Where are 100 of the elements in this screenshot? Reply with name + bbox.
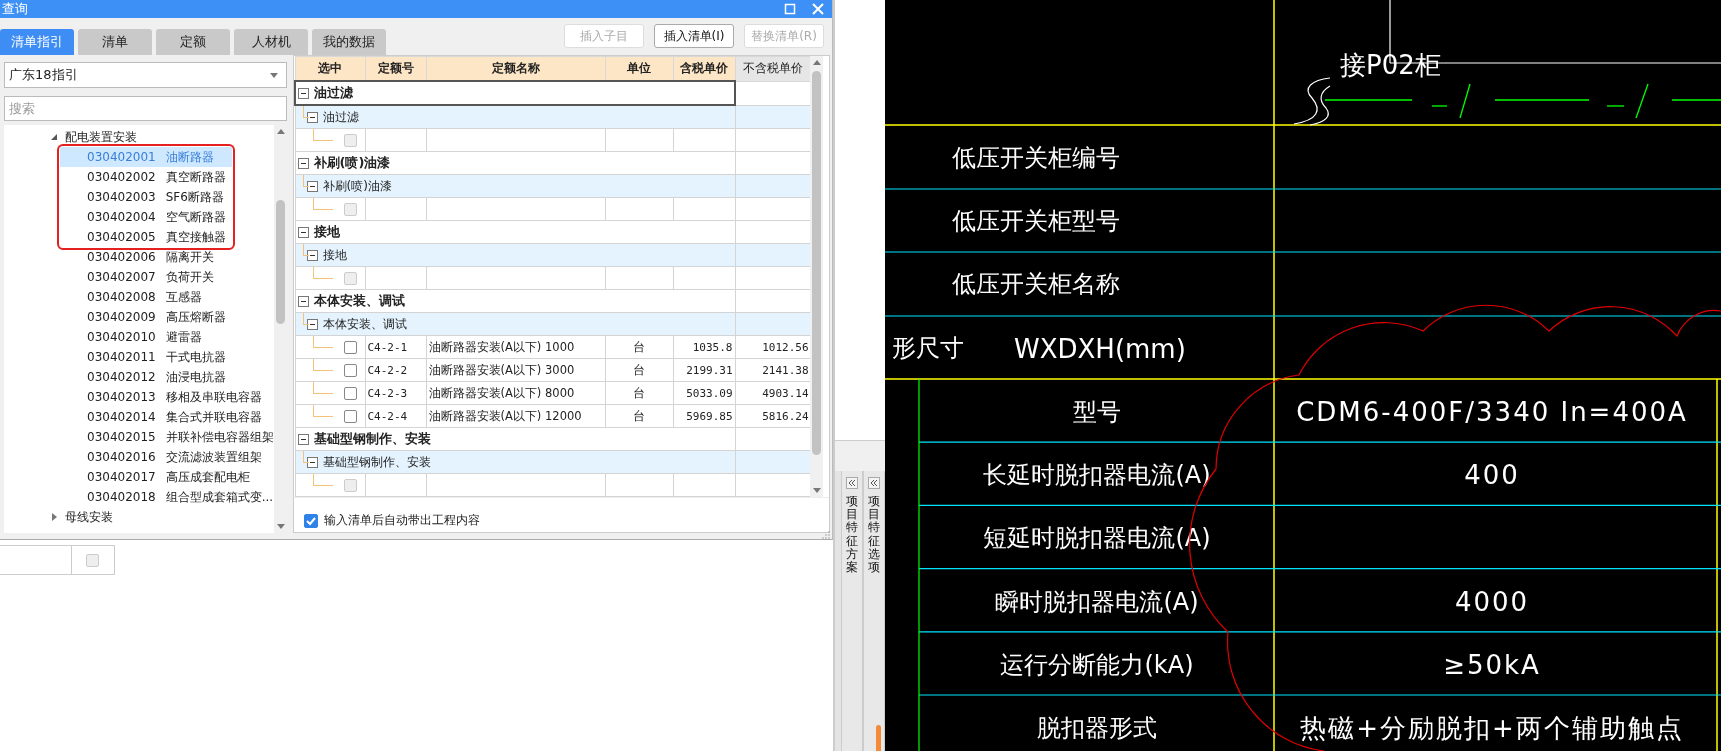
scroll-thumb[interactable]	[876, 725, 881, 751]
tree-connector	[312, 474, 333, 486]
tree-item[interactable]: 030402007 负荷开关	[4, 267, 274, 287]
scroll-thumb[interactable]	[276, 200, 285, 324]
maximize-icon[interactable]	[784, 3, 796, 15]
price-cell: 1012.56	[762, 341, 809, 354]
subgroup-title: 基础型钢制作、安装	[322, 453, 431, 471]
collapse-icon[interactable]	[297, 226, 309, 238]
cable-label: 接P02柜	[1340, 50, 1441, 80]
tree-item[interactable]: 030402005 真空接触器	[60, 227, 232, 247]
row-label: 长延时脱扣器电流(A)	[983, 461, 1211, 490]
row-value: ≥50kA	[1443, 649, 1541, 680]
unit-cell: 台	[633, 339, 645, 354]
quota-name: 油断路器安装(A以下) 3000	[428, 362, 575, 377]
quota-code: C4-2-1	[367, 341, 408, 354]
subgroup-title: 本体安装、调试	[322, 315, 407, 333]
tree-item[interactable]: 030402004 空气断路器	[60, 207, 232, 227]
tab[interactable]: 清单	[78, 29, 152, 55]
tree-item[interactable]: 030402002 真空断路器	[60, 167, 232, 187]
checkbox[interactable]	[304, 513, 318, 528]
window-title: 查询	[2, 2, 29, 16]
collapsed-triangle-icon[interactable]	[50, 513, 58, 521]
tree-connector	[312, 359, 333, 371]
column-header[interactable]: 定额名称	[426, 56, 605, 81]
tab[interactable]: 我的数据	[312, 29, 386, 55]
collapse-icon[interactable]	[846, 477, 858, 489]
scroll-down-icon[interactable]	[812, 488, 821, 493]
scroll-thumb[interactable]	[812, 71, 821, 455]
collapse-icon[interactable]	[868, 477, 880, 489]
scroll-up-icon[interactable]	[812, 60, 821, 65]
collapse-icon[interactable]	[298, 87, 309, 99]
scroll-up-icon[interactable]	[276, 129, 285, 134]
collapse-icon[interactable]	[306, 456, 318, 468]
search-field[interactable]: 搜索	[4, 96, 287, 121]
price-cell: 5816.24	[762, 410, 809, 423]
tree-item[interactable]: 030402010 避雷器	[4, 327, 274, 347]
tab[interactable]: 人材机	[234, 29, 308, 55]
row-label: 形尺寸	[892, 334, 964, 362]
close-icon[interactable]	[812, 3, 824, 15]
tree-item[interactable]: 030402016 交流滤波装置组架	[4, 447, 274, 467]
tree-item[interactable]: 030402008 互感器	[4, 287, 274, 307]
tree-item[interactable]: 030402013 移相及串联电容器	[4, 387, 274, 407]
row-value: CDM6-400F/3340 In=400A	[1296, 397, 1688, 427]
tree-connector	[312, 198, 333, 210]
column-header[interactable]: 选中	[295, 56, 365, 81]
tree-item[interactable]: 030402003 SF6断路器	[60, 187, 232, 207]
row-label: 低压开关柜型号	[952, 207, 1120, 235]
collapse-icon[interactable]	[297, 157, 309, 169]
tree-item[interactable]: 030402015 并联补偿电容器组架	[4, 427, 274, 447]
price-cell: 2199.31	[686, 364, 733, 377]
resize-grip-icon[interactable]	[822, 531, 830, 539]
toolbar-button[interactable]: 插入清单(I)	[654, 24, 734, 48]
row-value: 400	[1464, 460, 1520, 491]
unit-cell: 台	[633, 362, 645, 377]
dropdown[interactable]: 广东18指引	[4, 62, 287, 88]
price-cell: 5033.09	[686, 387, 733, 400]
quota-name: 油断路器安装(A以下) 8000	[428, 385, 575, 400]
checkbox[interactable]	[343, 410, 357, 423]
row-label: 运行分断能力(kA)	[1000, 650, 1194, 679]
tree-item[interactable]: 030402009 高压熔断器	[4, 307, 274, 327]
quota-name: 油断路器安装(A以下) 12000	[428, 408, 582, 423]
price-cell: 5969.85	[686, 410, 733, 423]
collapse-icon[interactable]	[306, 180, 318, 192]
tree-item[interactable]: 030402014 集合式并联电容器	[4, 407, 274, 427]
break-mark	[1293, 77, 1331, 126]
collapse-icon[interactable]	[297, 295, 309, 307]
column-header[interactable]: 不含税单价	[735, 56, 810, 81]
collapse-icon[interactable]	[297, 433, 309, 445]
tree-node[interactable]: 配电装置安装	[4, 127, 274, 147]
tree-node[interactable]: 母线安装	[4, 507, 274, 527]
row-value: WXDXH(mm)	[1014, 334, 1186, 364]
unit-cell: 台	[633, 385, 645, 400]
scroll-down-icon[interactable]	[276, 524, 285, 529]
row-label: 瞬时脱扣器电流(A)	[995, 587, 1199, 616]
tree-item[interactable]: 030402006 隔离开关	[4, 247, 274, 267]
expanded-triangle-icon[interactable]	[50, 133, 58, 141]
collapse-icon[interactable]	[306, 318, 318, 330]
checkbox[interactable]	[343, 387, 357, 400]
tree-connector	[312, 405, 333, 417]
row-label: 型号	[1073, 398, 1121, 426]
checkbox[interactable]	[343, 341, 357, 354]
row-label: 低压开关柜名称	[952, 270, 1120, 298]
tree-item[interactable]: 030402018 组合型成套箱式变...	[4, 487, 274, 507]
tree-connector	[312, 129, 333, 141]
row-label: 低压开关柜编号	[952, 144, 1120, 172]
collapse-icon[interactable]	[306, 249, 318, 261]
scrollbar[interactable]	[810, 56, 823, 497]
row-label: 脱扣器形式	[1037, 714, 1157, 742]
side-tab[interactable]: 项目特征选项	[863, 471, 885, 751]
tree-item[interactable]: 030402017 高压成套配电柜	[4, 467, 274, 487]
quota-name: 油断路器安装(A以下) 1000	[428, 339, 575, 354]
collapse-icon[interactable]	[306, 111, 318, 123]
tab[interactable]: 定额	[156, 29, 230, 55]
price-cell: 4903.14	[762, 387, 809, 400]
tree-item[interactable]: 030402012 油浸电抗器	[4, 367, 274, 387]
subgroup-title: 补刷(喷)油漆	[322, 177, 392, 195]
group-title: 接地	[313, 223, 340, 241]
checkbox[interactable]	[343, 364, 357, 377]
side-tab[interactable]: 项目特征方案	[841, 471, 863, 751]
tree-item[interactable]: 030402011 干式电抗器	[4, 347, 274, 367]
